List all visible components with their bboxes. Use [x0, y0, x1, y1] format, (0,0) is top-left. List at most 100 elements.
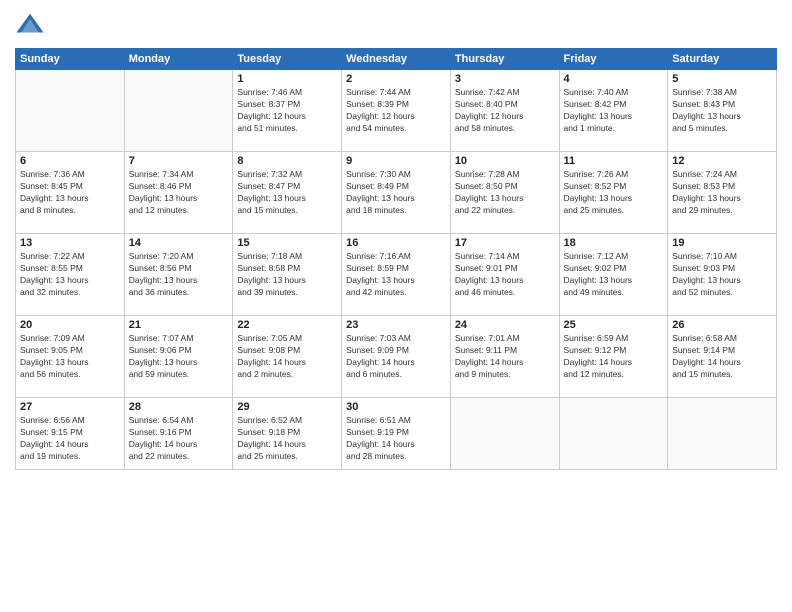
weekday-header: Thursday — [450, 49, 559, 70]
day-number: 15 — [237, 237, 337, 249]
day-info: Sunrise: 7:01 AM Sunset: 9:11 PM Dayligh… — [455, 333, 555, 381]
calendar-cell: 10 Sunrise: 7:28 AM Sunset: 8:50 PM Dayli… — [450, 152, 559, 234]
calendar-cell: 1 Sunrise: 7:46 AM Sunset: 8:37 PM Daylig… — [233, 70, 342, 152]
calendar-cell: 11 Sunrise: 7:26 AM Sunset: 8:52 PM Dayli… — [559, 152, 668, 234]
calendar-week-row: 1 Sunrise: 7:46 AM Sunset: 8:37 PM Daylig… — [16, 70, 777, 152]
day-info: Sunrise: 7:26 AM Sunset: 8:52 PM Dayligh… — [564, 169, 664, 217]
weekday-header: Tuesday — [233, 49, 342, 70]
day-info: Sunrise: 7:38 AM Sunset: 8:43 PM Dayligh… — [672, 87, 772, 135]
calendar-cell: 19 Sunrise: 7:10 AM Sunset: 9:03 PM Dayli… — [668, 234, 777, 316]
calendar-cell: 7 Sunrise: 7:34 AM Sunset: 8:46 PM Daylig… — [124, 152, 233, 234]
weekday-header: Monday — [124, 49, 233, 70]
day-info: Sunrise: 7:40 AM Sunset: 8:42 PM Dayligh… — [564, 87, 664, 135]
calendar-cell: 22 Sunrise: 7:05 AM Sunset: 9:08 PM Dayli… — [233, 316, 342, 398]
day-number: 9 — [346, 155, 446, 167]
day-info: Sunrise: 7:42 AM Sunset: 8:40 PM Dayligh… — [455, 87, 555, 135]
day-info: Sunrise: 7:28 AM Sunset: 8:50 PM Dayligh… — [455, 169, 555, 217]
day-number: 8 — [237, 155, 337, 167]
day-number: 22 — [237, 319, 337, 331]
day-info: Sunrise: 7:46 AM Sunset: 8:37 PM Dayligh… — [237, 87, 337, 135]
day-info: Sunrise: 7:32 AM Sunset: 8:47 PM Dayligh… — [237, 169, 337, 217]
day-number: 3 — [455, 73, 555, 85]
day-info: Sunrise: 7:18 AM Sunset: 8:58 PM Dayligh… — [237, 251, 337, 299]
logo — [15, 10, 47, 40]
day-number: 14 — [129, 237, 229, 249]
calendar-cell: 17Sunrise: 7:14 AM Sunset: 9:01 PM Dayli… — [450, 234, 559, 316]
calendar-cell: 15 Sunrise: 7:18 AM Sunset: 8:58 PM Dayli… — [233, 234, 342, 316]
calendar: SundayMondayTuesdayWednesdayThursdayFrid… — [15, 48, 777, 470]
day-info: Sunrise: 7:14 AM Sunset: 9:01 PM Dayligh… — [455, 251, 555, 299]
calendar-cell: 16Sunrise: 7:16 AM Sunset: 8:59 PM Dayli… — [342, 234, 451, 316]
day-info: Sunrise: 7:44 AM Sunset: 8:39 PM Dayligh… — [346, 87, 446, 135]
day-info: Sunrise: 7:36 AM Sunset: 8:45 PM Dayligh… — [20, 169, 120, 217]
day-number: 12 — [672, 155, 772, 167]
day-info: Sunrise: 7:07 AM Sunset: 9:06 PM Dayligh… — [129, 333, 229, 381]
calendar-cell: 12Sunrise: 7:24 AM Sunset: 8:53 PM Dayli… — [668, 152, 777, 234]
day-info: Sunrise: 7:22 AM Sunset: 8:55 PM Dayligh… — [20, 251, 120, 299]
calendar-cell: 23Sunrise: 7:03 AM Sunset: 9:09 PM Dayli… — [342, 316, 451, 398]
day-number: 19 — [672, 237, 772, 249]
calendar-cell: 28 Sunrise: 6:54 AM Sunset: 9:16 PM Dayli… — [124, 398, 233, 470]
calendar-cell: 29Sunrise: 6:52 AM Sunset: 9:18 PM Dayli… — [233, 398, 342, 470]
calendar-cell: 18 Sunrise: 7:12 AM Sunset: 9:02 PM Dayli… — [559, 234, 668, 316]
day-number: 16 — [346, 237, 446, 249]
day-info: Sunrise: 6:51 AM Sunset: 9:19 PM Dayligh… — [346, 415, 446, 463]
weekday-header: Sunday — [16, 49, 125, 70]
day-number: 28 — [129, 401, 229, 413]
calendar-cell: 21 Sunrise: 7:07 AM Sunset: 9:06 PM Dayli… — [124, 316, 233, 398]
day-number: 4 — [564, 73, 664, 85]
page: SundayMondayTuesdayWednesdayThursdayFrid… — [0, 0, 792, 612]
day-number: 11 — [564, 155, 664, 167]
day-info: Sunrise: 7:20 AM Sunset: 8:56 PM Dayligh… — [129, 251, 229, 299]
calendar-week-row: 20 Sunrise: 7:09 AM Sunset: 9:05 PM Dayli… — [16, 316, 777, 398]
calendar-cell: 20 Sunrise: 7:09 AM Sunset: 9:05 PM Dayli… — [16, 316, 125, 398]
calendar-cell: 13 Sunrise: 7:22 AM Sunset: 8:55 PM Dayli… — [16, 234, 125, 316]
calendar-cell: 3 Sunrise: 7:42 AM Sunset: 8:40 PM Daylig… — [450, 70, 559, 152]
calendar-cell: 6 Sunrise: 7:36 AM Sunset: 8:45 PM Daylig… — [16, 152, 125, 234]
calendar-cell: 27Sunrise: 6:56 AM Sunset: 9:15 PM Dayli… — [16, 398, 125, 470]
calendar-cell: 8 Sunrise: 7:32 AM Sunset: 8:47 PM Daylig… — [233, 152, 342, 234]
calendar-cell: 24 Sunrise: 7:01 AM Sunset: 9:11 PM Dayli… — [450, 316, 559, 398]
weekday-header-row: SundayMondayTuesdayWednesdayThursdayFrid… — [16, 49, 777, 70]
day-number: 24 — [455, 319, 555, 331]
weekday-header: Saturday — [668, 49, 777, 70]
day-info: Sunrise: 6:54 AM Sunset: 9:16 PM Dayligh… — [129, 415, 229, 463]
day-info: Sunrise: 7:03 AM Sunset: 9:09 PM Dayligh… — [346, 333, 446, 381]
day-number: 20 — [20, 319, 120, 331]
header — [15, 10, 777, 40]
calendar-cell: 14 Sunrise: 7:20 AM Sunset: 8:56 PM Dayli… — [124, 234, 233, 316]
day-number: 10 — [455, 155, 555, 167]
calendar-cell: 30 Sunrise: 6:51 AM Sunset: 9:19 PM Dayli… — [342, 398, 451, 470]
day-number: 21 — [129, 319, 229, 331]
weekday-header: Friday — [559, 49, 668, 70]
calendar-cell — [668, 398, 777, 470]
day-number: 29 — [237, 401, 337, 413]
day-info: Sunrise: 7:30 AM Sunset: 8:49 PM Dayligh… — [346, 169, 446, 217]
day-number: 27 — [20, 401, 120, 413]
day-info: Sunrise: 7:09 AM Sunset: 9:05 PM Dayligh… — [20, 333, 120, 381]
day-number: 6 — [20, 155, 120, 167]
day-info: Sunrise: 7:05 AM Sunset: 9:08 PM Dayligh… — [237, 333, 337, 381]
day-info: Sunrise: 7:34 AM Sunset: 8:46 PM Dayligh… — [129, 169, 229, 217]
day-number: 18 — [564, 237, 664, 249]
weekday-header: Wednesday — [342, 49, 451, 70]
day-info: Sunrise: 7:12 AM Sunset: 9:02 PM Dayligh… — [564, 251, 664, 299]
calendar-cell: 25Sunrise: 6:59 AM Sunset: 9:12 PM Dayli… — [559, 316, 668, 398]
day-number: 30 — [346, 401, 446, 413]
day-number: 1 — [237, 73, 337, 85]
calendar-cell — [16, 70, 125, 152]
calendar-week-row: 6 Sunrise: 7:36 AM Sunset: 8:45 PM Daylig… — [16, 152, 777, 234]
calendar-cell — [124, 70, 233, 152]
day-number: 7 — [129, 155, 229, 167]
day-info: Sunrise: 7:10 AM Sunset: 9:03 PM Dayligh… — [672, 251, 772, 299]
day-number: 13 — [20, 237, 120, 249]
calendar-cell: 26Sunrise: 6:58 AM Sunset: 9:14 PM Dayli… — [668, 316, 777, 398]
day-number: 5 — [672, 73, 772, 85]
day-number: 2 — [346, 73, 446, 85]
calendar-cell: 4 Sunrise: 7:40 AM Sunset: 8:42 PM Daylig… — [559, 70, 668, 152]
calendar-week-row: 27Sunrise: 6:56 AM Sunset: 9:15 PM Dayli… — [16, 398, 777, 470]
calendar-cell: 2 Sunrise: 7:44 AM Sunset: 8:39 PM Daylig… — [342, 70, 451, 152]
calendar-cell — [559, 398, 668, 470]
day-number: 25 — [564, 319, 664, 331]
calendar-cell: 9 Sunrise: 7:30 AM Sunset: 8:49 PM Daylig… — [342, 152, 451, 234]
